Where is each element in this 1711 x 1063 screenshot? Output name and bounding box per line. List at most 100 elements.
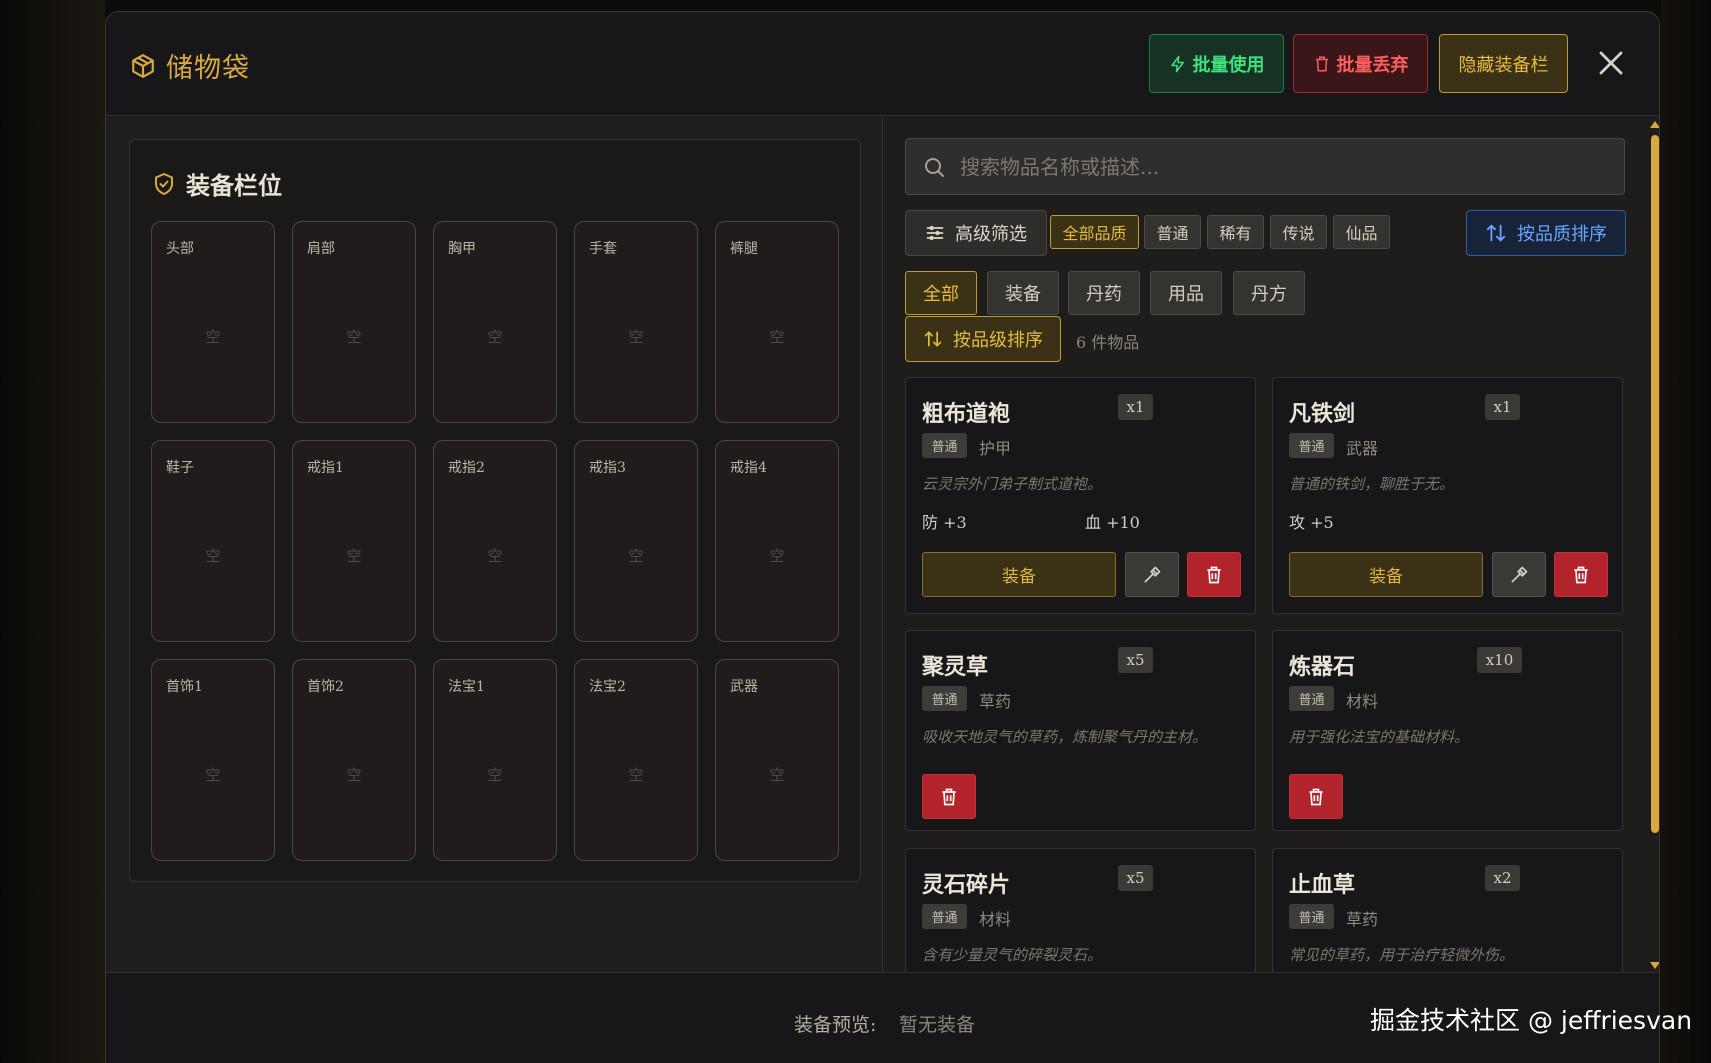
backdrop-right bbox=[1661, 0, 1711, 1063]
slot-label: 戒指3 bbox=[589, 460, 626, 476]
slot-label: 手套 bbox=[589, 241, 617, 257]
batch-drop-label: 批量丢弃 bbox=[1336, 54, 1409, 76]
category-tab-all[interactable]: 全部 bbox=[905, 271, 977, 315]
equip-slot-ring-4[interactable]: 戒指4 空 bbox=[715, 440, 839, 642]
item-name: 粗布道袍 bbox=[922, 401, 1011, 427]
equip-slot-shoes[interactable]: 鞋子空 bbox=[151, 440, 275, 642]
item-rarity-badge: 普通 bbox=[1289, 904, 1334, 929]
hide-equip-button[interactable]: 隐藏装备栏 bbox=[1439, 34, 1568, 93]
title-wrap: 储物袋 bbox=[130, 46, 250, 85]
discard-button[interactable] bbox=[1187, 552, 1241, 597]
sliders-icon bbox=[926, 225, 944, 241]
item-stat: 防 +3 bbox=[922, 513, 967, 532]
equip-slot-weapon[interactable]: 武器空 bbox=[715, 659, 839, 861]
sort-by-quality-button[interactable]: 按品质排序 bbox=[1466, 210, 1626, 256]
item-name: 聚灵草 bbox=[922, 654, 989, 680]
equip-button[interactable]: 装备 bbox=[922, 552, 1116, 597]
hide-equip-label: 隐藏装备栏 bbox=[1458, 54, 1549, 76]
backdrop-left bbox=[0, 0, 105, 1063]
item-type: 草药 bbox=[979, 692, 1012, 711]
trash-icon bbox=[1207, 566, 1221, 583]
item-name: 止血草 bbox=[1289, 872, 1356, 898]
equip-slot-ring-2[interactable]: 戒指2 空 bbox=[433, 440, 557, 642]
item-qty-badge: x1 bbox=[1118, 394, 1153, 420]
item-stat: 血 +10 bbox=[1085, 513, 1140, 532]
item-card[interactable]: 凡铁剑 x1 普通 武器 普通的铁剑，聊胜于无。 攻 +5 装备 bbox=[1272, 377, 1623, 614]
quality-filter-immortal[interactable]: 仙品 bbox=[1333, 215, 1390, 249]
item-qty-badge: x10 bbox=[1477, 647, 1522, 673]
equip-slot-ring-3[interactable]: 戒指3 空 bbox=[574, 440, 698, 642]
item-card[interactable]: 聚灵草 x5 普通 草药 吸收天地灵气的草药，炼制聚气丹的主材。 bbox=[905, 630, 1256, 831]
item-card[interactable]: 炼器石 x10 普通 材料 用于强化法宝的基础材料。 bbox=[1272, 630, 1623, 831]
slot-empty-text: 空 bbox=[346, 766, 362, 784]
item-card[interactable]: 粗布道袍 x1 普通 护甲 云灵宗外门弟子制式道袍。 防 +3 血 +10 装备 bbox=[905, 377, 1256, 614]
equip-slot-jewelry-1[interactable]: 首饰1 空 bbox=[151, 659, 275, 861]
inventory-scrollbar[interactable] bbox=[1649, 117, 1659, 972]
category-tab-equipment[interactable]: 装备 bbox=[987, 271, 1059, 315]
category-tab-pills[interactable]: 丹药 bbox=[1068, 271, 1140, 315]
equip-slot-artifact-1[interactable]: 法宝1 空 bbox=[433, 659, 557, 861]
equip-slot-chest[interactable]: 胸甲空 bbox=[433, 221, 557, 423]
item-card[interactable]: 止血草 x2 普通 草药 常见的草药，用于治疗轻微外伤。 bbox=[1272, 848, 1623, 972]
batch-use-label: 批量使用 bbox=[1192, 54, 1265, 76]
trash-icon bbox=[1315, 56, 1328, 71]
refine-button[interactable] bbox=[1492, 552, 1546, 597]
equip-slot-head[interactable]: 头部空 bbox=[151, 221, 275, 423]
refine-button[interactable] bbox=[1125, 552, 1179, 597]
equip-slot-legs[interactable]: 裤腿空 bbox=[715, 221, 839, 423]
slot-empty-text: 空 bbox=[769, 328, 785, 346]
search-input[interactable] bbox=[960, 154, 1600, 179]
item-type: 护甲 bbox=[979, 439, 1012, 458]
item-rarity-badge: 普通 bbox=[922, 686, 967, 711]
equip-slot-jewelry-2[interactable]: 首饰2 空 bbox=[292, 659, 416, 861]
item-count: 6 件物品 bbox=[1076, 333, 1140, 352]
slot-empty-text: 空 bbox=[205, 547, 221, 565]
item-description: 普通的铁剑，聊胜于无。 bbox=[1289, 475, 1455, 493]
equipment-panel: 装备栏位 头部空 肩部空 胸甲空 手套空 裤腿空 鞋子空 戒指1 空 戒指2 空 戒… bbox=[129, 139, 861, 882]
slot-empty-text: 空 bbox=[346, 328, 362, 346]
scroll-down-arrow-icon[interactable] bbox=[1650, 962, 1659, 969]
equip-preview-value: 暂无装备 bbox=[899, 1014, 976, 1036]
batch-drop-button[interactable]: 批量丢弃 bbox=[1293, 34, 1428, 93]
item-rarity-badge: 普通 bbox=[1289, 433, 1334, 458]
quality-filter-legendary[interactable]: 传说 bbox=[1270, 215, 1327, 249]
item-rarity-badge: 普通 bbox=[922, 433, 967, 458]
equip-slot-gloves[interactable]: 手套空 bbox=[574, 221, 698, 423]
trash-icon bbox=[1574, 566, 1588, 583]
batch-use-button[interactable]: 批量使用 bbox=[1149, 34, 1284, 93]
box-icon bbox=[132, 53, 154, 78]
slot-empty-text: 空 bbox=[205, 766, 221, 784]
equipment-slot-grid: 头部空 肩部空 胸甲空 手套空 裤腿空 鞋子空 戒指1 空 戒指2 空 戒指3 空 戒… bbox=[151, 221, 839, 861]
scroll-up-arrow-icon[interactable] bbox=[1650, 121, 1659, 128]
category-tab-goods[interactable]: 用品 bbox=[1150, 271, 1222, 315]
item-card[interactable]: 灵石碎片 x5 普通 材料 含有少量灵气的碎裂灵石。 bbox=[905, 848, 1256, 972]
slot-label: 头部 bbox=[166, 241, 194, 257]
advanced-filter-label: 高级筛选 bbox=[955, 224, 1027, 245]
sort-by-level-button[interactable]: 按品级排序 bbox=[905, 316, 1061, 362]
slot-label: 鞋子 bbox=[166, 460, 194, 476]
quality-filter-rare[interactable]: 稀有 bbox=[1207, 215, 1264, 249]
equip-button[interactable]: 装备 bbox=[1289, 552, 1483, 597]
close-icon[interactable] bbox=[1596, 48, 1626, 78]
slot-label: 法宝2 bbox=[589, 679, 626, 695]
quality-filter-all[interactable]: 全部品质 bbox=[1050, 215, 1139, 249]
equip-slot-artifact-2[interactable]: 法宝2 空 bbox=[574, 659, 698, 861]
storage-bag-modal: 储物袋 批量使用 批量丢弃 隐藏装备栏 装备栏位 头部空 肩部 空 胸甲 空 手… bbox=[105, 11, 1660, 1063]
advanced-filter-button[interactable]: 高级筛选 bbox=[905, 210, 1047, 256]
quality-filter-common[interactable]: 普通 bbox=[1144, 215, 1201, 249]
category-tab-recipes[interactable]: 丹方 bbox=[1233, 271, 1305, 315]
item-type: 材料 bbox=[1346, 692, 1379, 711]
equipment-header: 装备栏位 bbox=[152, 166, 282, 201]
sort-by-quality-label: 按品质排序 bbox=[1517, 224, 1607, 245]
discard-button[interactable] bbox=[1289, 774, 1343, 819]
watermark: 掘金技术社区 @ jeffriesvan bbox=[1370, 1006, 1693, 1035]
item-description: 含有少量灵气的碎裂灵石。 bbox=[922, 946, 1103, 964]
slot-label: 戒指4 bbox=[730, 460, 767, 476]
trash-icon bbox=[1309, 788, 1323, 805]
equip-slot-shoulder[interactable]: 肩部空 bbox=[292, 221, 416, 423]
equip-slot-ring-1[interactable]: 戒指1 空 bbox=[292, 440, 416, 642]
discard-button[interactable] bbox=[1554, 552, 1608, 597]
equip-preview-label: 装备预览: bbox=[794, 1014, 877, 1036]
scrollbar-thumb[interactable] bbox=[1651, 135, 1659, 833]
discard-button[interactable] bbox=[922, 774, 976, 819]
